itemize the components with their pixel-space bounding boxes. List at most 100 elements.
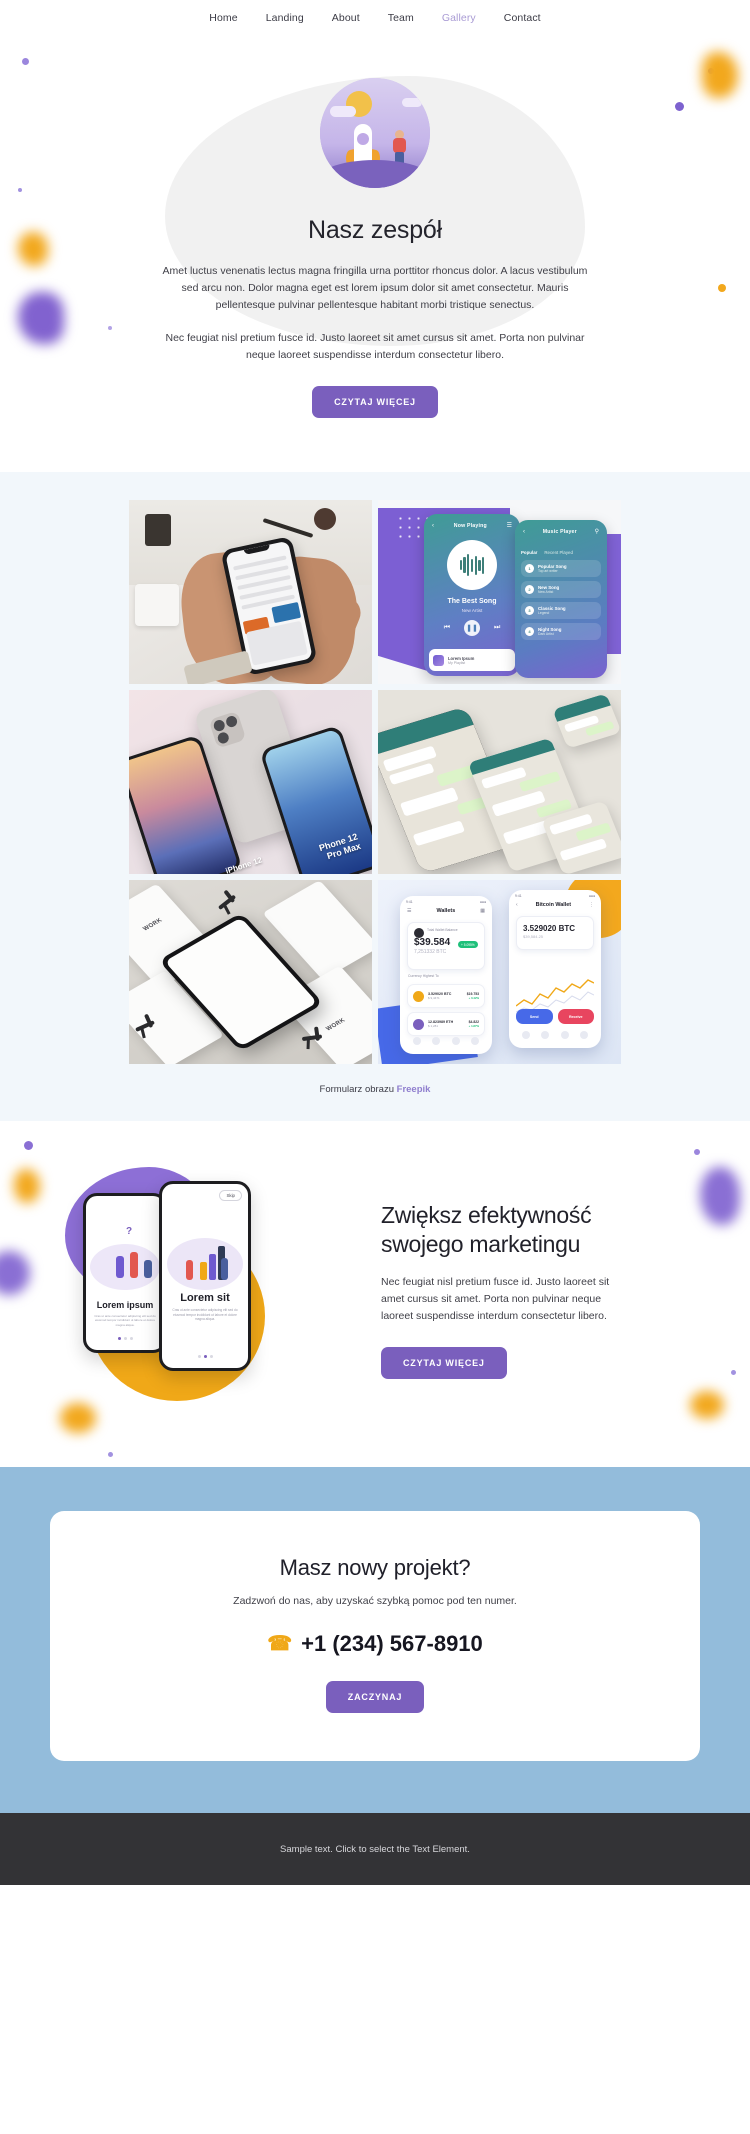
marketing-bar-1 bbox=[200, 1262, 207, 1280]
chair-back bbox=[314, 1026, 320, 1041]
gallery-image-music-player[interactable]: ‹ Now Playing ☰ The Best Song New Artist bbox=[378, 500, 621, 684]
main-navigation: Home Landing About Team Gallery Contact bbox=[0, 0, 750, 36]
marketing-paragraph: Nec feugiat nisl pretium fusce id. Justo… bbox=[381, 1276, 610, 1323]
hero-read-more-button[interactable]: CZYTAJ WIĘCEJ bbox=[312, 386, 438, 418]
cta-lead: Zadzwoń do nas, aby uzyskać szybką pomoc… bbox=[233, 1595, 517, 1607]
chevron-left-icon: ‹ bbox=[432, 522, 434, 529]
music-album-disc bbox=[447, 540, 497, 590]
gallery-caption-link[interactable]: Freepik bbox=[397, 1084, 431, 1095]
ethereum-icon bbox=[413, 1018, 424, 1030]
skip-forward-icon: ⏭ bbox=[494, 624, 501, 631]
nav-item-contact[interactable]: Contact bbox=[504, 12, 541, 24]
gallery-image-hands-phone[interactable] bbox=[129, 500, 372, 684]
chat-card-3-header bbox=[552, 693, 611, 722]
music-footer-sub: My Playlist bbox=[448, 660, 466, 665]
skip-back-icon: ⏮ bbox=[443, 624, 450, 631]
music-list-title: Music Player bbox=[542, 528, 577, 535]
hero-paragraph-2: Nec feugiat nisl pretium fusce id. Justo… bbox=[165, 332, 585, 361]
camera-lens-3 bbox=[216, 730, 231, 745]
marketing-phone1-title: Lorem ipsum bbox=[96, 1300, 154, 1310]
chat-bubble-in-4 bbox=[412, 820, 466, 847]
marketing-heading: Zwiększ efektywność swojego marketingu bbox=[381, 1201, 695, 1259]
music-controls: ⏮ ❚❚ ⏭ bbox=[424, 620, 520, 636]
wallet2-actions: Send Receive bbox=[516, 1009, 594, 1024]
gallery-section: ‹ Now Playing ☰ The Best Song New Artist bbox=[0, 472, 750, 1121]
music-list-item: 4 Night Song Dark Artist bbox=[521, 623, 601, 640]
photo-object-dark bbox=[145, 514, 171, 546]
music-list-topbar: ‹ Music Player ⚲ bbox=[515, 528, 607, 536]
decor-dot-purple-6 bbox=[24, 1141, 33, 1150]
rocket-launch-illustration bbox=[320, 78, 430, 188]
iso-chair-3 bbox=[134, 1013, 158, 1039]
camera-lens-1 bbox=[212, 718, 227, 733]
cta-phone-row[interactable]: ☎ +1 (234) 567-8910 bbox=[70, 1631, 680, 1657]
search-icon: ⚲ bbox=[594, 529, 599, 535]
wallet2-title: Bitcoin Wallet bbox=[535, 902, 572, 908]
nav-item-gallery[interactable]: Gallery bbox=[442, 12, 476, 24]
music-item-sub: New Artist bbox=[538, 590, 554, 594]
wallet-asset-row: 3.529020 BTC $ 9,4471 $19.753 + 0.42% bbox=[407, 984, 485, 1008]
music-player-screen: ‹ Now Playing ☰ The Best Song New Artist bbox=[424, 514, 520, 676]
cta-start-button[interactable]: ZACZYNAJ bbox=[325, 1681, 425, 1713]
gallery-image-iphone-devices[interactable]: Phone 12 Pro Max iPhone 12 bbox=[129, 690, 372, 874]
wallet-section-label-wrap: Currency Highest To bbox=[407, 974, 485, 978]
music-song-artist: New Artist bbox=[461, 608, 483, 613]
marketing-phone1-illustration: ? bbox=[90, 1222, 160, 1294]
nav-dot-2 bbox=[432, 1037, 441, 1045]
nav-item-team[interactable]: Team bbox=[388, 12, 414, 24]
document-icon: ▦ bbox=[480, 908, 485, 914]
gallery-image-chat-mockups[interactable] bbox=[378, 690, 621, 874]
music-item-num: 1 bbox=[525, 564, 534, 573]
marketing-person-right bbox=[221, 1258, 228, 1280]
gallery-image-wallet-app[interactable]: 9:41 ●●● ☰ Wallets ▦ + 5.095% Total Walle… bbox=[378, 880, 621, 1064]
marketing-phone1-dots bbox=[86, 1337, 164, 1340]
photo-screen-buy-button bbox=[271, 601, 302, 624]
nav-item-landing[interactable]: Landing bbox=[266, 12, 304, 24]
photo-backdrop bbox=[129, 500, 372, 684]
music-footer-card: Lorem Ipsum My Playlist bbox=[429, 649, 515, 671]
nav-dot-4 bbox=[471, 1037, 480, 1045]
music-player-topbar: ‹ Now Playing ☰ bbox=[424, 522, 520, 530]
marketing-figure-c bbox=[144, 1260, 152, 1278]
wallet-asset-sub: $ 9,4471 bbox=[428, 996, 440, 1000]
marketing-read-more-button[interactable]: CZYTAJ WIĘCEJ bbox=[381, 1347, 507, 1380]
wallet-avatar bbox=[414, 928, 424, 938]
marketing-skip-button[interactable]: Skip bbox=[219, 1190, 242, 1201]
phone-icon: ☎ bbox=[267, 1633, 293, 1655]
photo-object-calculator bbox=[135, 584, 179, 626]
marketing-person-left bbox=[186, 1260, 193, 1280]
music-list-item: 3 Classic Song Legend bbox=[521, 602, 601, 619]
wallet-backdrop: 9:41 ●●● ☰ Wallets ▦ + 5.095% Total Walle… bbox=[378, 880, 621, 1064]
marketing-heading-line1: Zwiększ efektywność bbox=[381, 1201, 592, 1228]
wallet-balance-card: + 5.095% Total Wallet Balance $39.584 7,… bbox=[407, 922, 485, 970]
marketing-phone2-illustration bbox=[167, 1216, 243, 1294]
menu-icon: ☰ bbox=[407, 908, 412, 914]
wallet2-bottom-nav bbox=[516, 1028, 594, 1042]
nav-item-about[interactable]: About bbox=[332, 12, 360, 24]
gallery-image-isometric-screens[interactable]: WORK WORK bbox=[129, 880, 372, 1064]
wallet2-amount-card: 3.529020 BTC $39,584.25 bbox=[516, 916, 594, 950]
cta-section: Masz nowy projekt? Zadzwoń do nas, aby u… bbox=[0, 1467, 750, 1813]
nav-dot-1 bbox=[412, 1037, 421, 1045]
nav-dot-3 bbox=[451, 1037, 460, 1045]
nav2-dot-4 bbox=[580, 1031, 589, 1039]
music-list-tabs: Popular Recent Played bbox=[521, 550, 601, 555]
music-item-num: 4 bbox=[525, 627, 534, 636]
music-item-sub: Dark Artist bbox=[538, 632, 554, 636]
wallet-send-button[interactable]: Send bbox=[516, 1009, 553, 1024]
wallet2-statusbar: 9:41 ●●● bbox=[515, 894, 595, 898]
marketing-phone2-dots bbox=[162, 1355, 248, 1358]
decor-dot-purple-4 bbox=[708, 68, 714, 74]
decor-dot-purple-1 bbox=[22, 58, 29, 65]
decor-blob-purple-2 bbox=[0, 1251, 30, 1295]
marketing-copy: Zwiększ efektywność swojego marketingu N… bbox=[355, 1201, 695, 1380]
music-item-sub: Legend bbox=[538, 611, 550, 615]
illus-ground bbox=[320, 160, 430, 188]
nav-item-home[interactable]: Home bbox=[209, 12, 237, 24]
back-icon: ‹ bbox=[516, 902, 518, 908]
cta-phone-number: +1 (234) 567-8910 bbox=[301, 1631, 483, 1656]
wallet-receive-button[interactable]: Receive bbox=[557, 1009, 594, 1024]
wallet-asset-change: + 1.87% bbox=[468, 1024, 479, 1028]
music-song-title: The Best Song bbox=[447, 598, 497, 605]
wallet2-amount: 3.529020 BTC bbox=[523, 924, 576, 933]
